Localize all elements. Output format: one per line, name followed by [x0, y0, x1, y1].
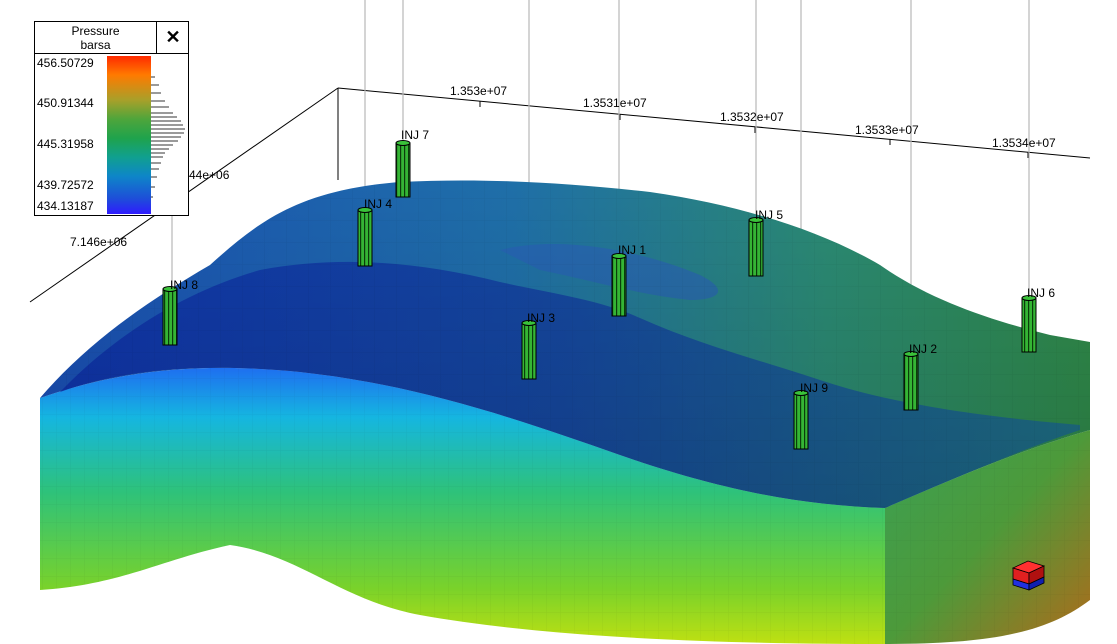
x-tick-label: 1.353e+07	[450, 84, 507, 98]
well-label: INJ 2	[909, 342, 937, 356]
legend-color-bar	[107, 56, 151, 214]
well-label: INJ 8	[170, 278, 198, 292]
well-label: INJ 7	[401, 128, 429, 142]
well-label: INJ 5	[755, 208, 783, 222]
well-label: INJ 9	[800, 381, 828, 395]
close-legend-button[interactable]: ✕	[157, 22, 189, 54]
color-legend: Pressure barsa ✕ 456.50729 450.91344 445…	[34, 21, 189, 216]
well-label: INJ 6	[1027, 286, 1055, 300]
legend-property-label: Pressure	[71, 24, 120, 38]
legend-title: Pressure barsa	[35, 22, 157, 54]
close-icon: ✕	[165, 27, 181, 47]
legend-tick-labels: 456.50729 450.91344 445.31958 439.72572 …	[35, 54, 107, 216]
legend-tick: 439.72572	[37, 178, 94, 192]
legend-histogram	[151, 76, 185, 198]
y-tick-label: 7.146e+06	[70, 235, 127, 249]
well-label: INJ 3	[527, 311, 555, 325]
legend-tick: 450.91344	[37, 96, 94, 110]
x-tick-label: 1.3534e+07	[992, 136, 1056, 150]
x-tick-label: 1.3533e+07	[855, 123, 919, 137]
x-tick-label: 1.3532e+07	[720, 110, 784, 124]
y-tick-label: 44e+06	[189, 168, 230, 182]
x-tick-label: 1.3531e+07	[583, 96, 647, 110]
legend-unit-label: barsa	[80, 38, 111, 52]
reservoir-grid-model[interactable]	[40, 180, 1090, 644]
legend-tick: 456.50729	[37, 56, 94, 70]
legend-tick: 445.31958	[37, 137, 94, 151]
legend-tick: 434.13187	[37, 199, 94, 213]
well-label: INJ 4	[364, 197, 392, 211]
well-label: INJ 1	[618, 243, 646, 257]
